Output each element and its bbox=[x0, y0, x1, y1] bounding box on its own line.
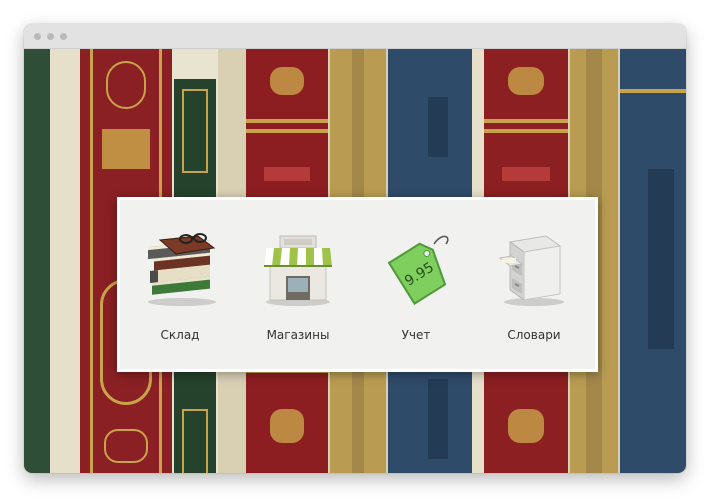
window-titlebar bbox=[24, 24, 686, 49]
launcher-panel: Склад Магазины 9.95 Учет Словари bbox=[117, 197, 598, 372]
page-content: Склад Магазины 9.95 Учет Словари bbox=[24, 49, 686, 473]
launcher-item-slovari[interactable]: Словари bbox=[479, 200, 589, 369]
price-tag-icon: 9.95 bbox=[376, 228, 456, 308]
launcher-item-label: Словари bbox=[507, 328, 561, 342]
launcher-item-label: Магазины bbox=[266, 328, 330, 342]
launcher-item-magaziny[interactable]: Магазины bbox=[243, 200, 353, 369]
launcher-item-label: Учет bbox=[401, 328, 431, 342]
browser-window: Склад Магазины 9.95 Учет Словари bbox=[24, 24, 686, 473]
books-with-glasses-icon bbox=[140, 228, 220, 308]
window-control-dot[interactable] bbox=[60, 33, 67, 40]
launcher-item-sklad[interactable]: Склад bbox=[125, 200, 235, 369]
window-control-dot[interactable] bbox=[47, 33, 54, 40]
launcher-item-label: Склад bbox=[160, 328, 200, 342]
window-control-dot[interactable] bbox=[34, 33, 41, 40]
storefront-icon bbox=[258, 228, 338, 308]
launcher-item-uchet[interactable]: 9.95 Учет bbox=[361, 200, 471, 369]
filing-cabinet-icon bbox=[494, 228, 574, 308]
